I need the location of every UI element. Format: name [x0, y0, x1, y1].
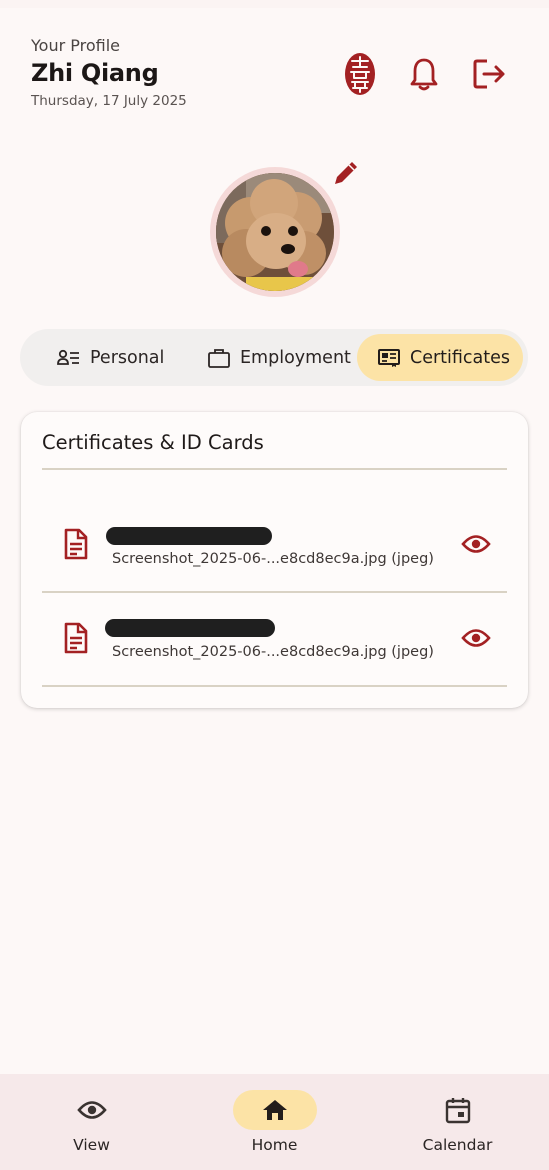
file-name: Screenshot_2025-06-...e8cd8ec9a.jpg (jpe…	[112, 644, 434, 660]
document-icon	[64, 528, 88, 560]
list-item[interactable]: Screenshot_2025-06-...e8cd8ec9a.jpg (jpe…	[21, 594, 528, 686]
document-icon	[64, 622, 88, 654]
home-icon	[232, 1090, 317, 1130]
header-eyebrow: Your Profile	[31, 36, 120, 55]
nav-view[interactable]: View	[0, 1074, 183, 1170]
id-card-icon	[378, 348, 400, 367]
view-eye-icon[interactable]	[461, 627, 491, 649]
tab-label: Personal	[90, 347, 165, 368]
tab-label: Certificates	[410, 347, 511, 368]
nav-calendar[interactable]: Calendar	[366, 1074, 549, 1170]
briefcase-icon	[208, 348, 230, 368]
avatar-photo	[216, 173, 334, 291]
status-bar	[0, 0, 549, 8]
bottom-navigation: View Home Calendar	[0, 1074, 549, 1170]
divider	[42, 685, 507, 687]
nav-label: Home	[251, 1136, 298, 1154]
nav-label: View	[73, 1136, 110, 1154]
divider	[42, 591, 507, 593]
file-name: Screenshot_2025-06-...e8cd8ec9a.jpg (jpe…	[112, 551, 434, 567]
list-item[interactable]: Screenshot_2025-06-...e8cd8ec9a.jpg (jpe…	[21, 500, 528, 592]
nav-label: Calendar	[422, 1136, 493, 1154]
nav-home[interactable]: Home	[183, 1074, 366, 1170]
divider	[42, 468, 507, 470]
redacted-certificate-name	[106, 527, 272, 545]
calendar-icon	[416, 1090, 500, 1130]
view-eye-icon[interactable]	[461, 533, 491, 555]
certificates-card: Certificates & ID Cards Screenshot_2025-…	[21, 412, 528, 708]
current-date: Thursday, 17 July 2025	[31, 93, 187, 109]
tab-label: Employment	[240, 347, 351, 368]
card-title: Certificates & ID Cards	[42, 431, 264, 454]
tab-certificates[interactable]: Certificates	[357, 334, 523, 381]
avatar[interactable]	[210, 167, 340, 297]
logout-icon[interactable]	[470, 52, 510, 96]
seal-logo-icon[interactable]	[340, 52, 380, 96]
tab-personal[interactable]: Personal	[25, 334, 203, 381]
redacted-certificate-name	[105, 619, 275, 637]
eye-icon	[50, 1090, 134, 1130]
pencil-icon[interactable]	[328, 155, 364, 191]
person-list-icon	[57, 349, 79, 365]
user-name: Zhi Qiang	[31, 59, 159, 87]
bell-icon[interactable]	[404, 52, 444, 96]
tab-employment[interactable]: Employment	[203, 334, 357, 381]
profile-header: Your Profile Zhi Qiang Thursday, 17 July…	[31, 36, 187, 109]
profile-tabs: Personal Employment Certificates	[20, 329, 528, 386]
